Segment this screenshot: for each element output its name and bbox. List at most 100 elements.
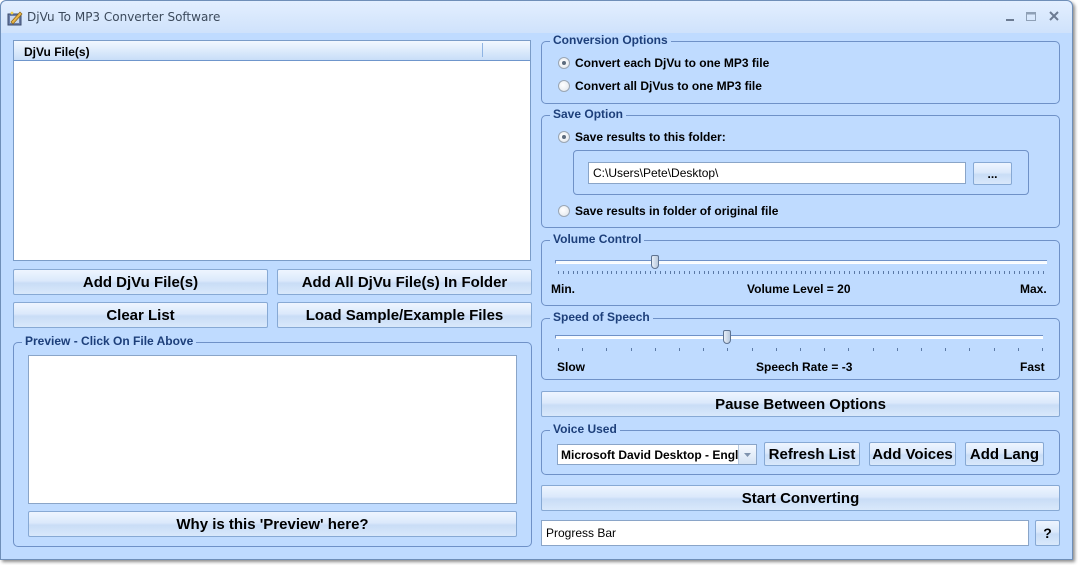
- radio-button-checked[interactable]: [558, 57, 570, 69]
- slider-tick: [887, 271, 889, 274]
- slider-tick: [776, 271, 778, 274]
- maximize-button[interactable]: [1022, 9, 1042, 25]
- slider-tick: [795, 271, 797, 274]
- slider-tick: [999, 271, 1001, 274]
- speech-min-label: Slow: [557, 360, 586, 374]
- slider-tick: [853, 271, 855, 274]
- help-button[interactable]: ?: [1035, 520, 1060, 546]
- slider-tick: [896, 348, 898, 351]
- radio-label: Convert all DjVus to one MP3 file: [575, 79, 762, 93]
- why-preview-button[interactable]: Why is this 'Preview' here?: [28, 511, 517, 537]
- slider-tick: [805, 271, 807, 274]
- slider-tick: [936, 271, 938, 274]
- radio-convert-each[interactable]: Convert each DjVu to one MP3 file: [558, 56, 769, 70]
- slider-tick: [921, 348, 922, 351]
- voice-selected-value: Microsoft David Desktop - Engli: [561, 447, 742, 462]
- main-window: DjVu To MP3 Converter Software DjVu File…: [0, 0, 1073, 560]
- slider-tick: [766, 271, 768, 274]
- radio-save-original-folder[interactable]: Save results in folder of original file: [558, 204, 778, 218]
- slider-tick: [819, 271, 821, 274]
- slider-tick: [1033, 271, 1035, 274]
- slider-tick: [650, 271, 652, 274]
- radio-convert-all[interactable]: Convert all DjVus to one MP3 file: [558, 79, 762, 93]
- load-samples-button[interactable]: Load Sample/Example Files: [277, 302, 532, 328]
- slider-tick: [558, 271, 559, 274]
- slider-tick: [1009, 271, 1011, 274]
- column-header-djvu-files[interactable]: DjVu File(s): [24, 45, 90, 59]
- column-separator[interactable]: [482, 43, 483, 57]
- add-voices-button[interactable]: Add Voices: [869, 442, 956, 466]
- pause-between-options-button[interactable]: Pause Between Options: [541, 391, 1060, 417]
- volume-level-text: Volume Level = 20: [747, 282, 851, 296]
- slider-tick: [916, 271, 918, 274]
- slider-tick: [834, 271, 836, 274]
- slider-tick: [703, 348, 705, 351]
- slider-tick: [815, 271, 817, 274]
- preview-area[interactable]: [28, 355, 517, 504]
- speech-slider-thumb[interactable]: [723, 330, 732, 344]
- radio-button-checked[interactable]: [558, 131, 570, 143]
- add-files-button[interactable]: Add DjVu File(s): [13, 269, 268, 295]
- slider-tick: [645, 271, 647, 274]
- volume-slider-thumb[interactable]: [651, 255, 659, 269]
- volume-slider-track[interactable]: [555, 260, 1047, 264]
- voice-select[interactable]: Microsoft David Desktop - Engli: [557, 444, 757, 465]
- refresh-voice-list-button[interactable]: Refresh List: [764, 442, 860, 466]
- close-button[interactable]: [1045, 9, 1065, 25]
- chevron-down-icon[interactable]: [738, 445, 756, 464]
- slider-tick: [970, 271, 972, 274]
- file-list[interactable]: DjVu File(s): [13, 40, 531, 261]
- slider-tick: [921, 271, 923, 274]
- slider-tick: [1013, 271, 1015, 274]
- slider-tick: [601, 271, 603, 274]
- slider-tick: [630, 271, 632, 274]
- radio-button[interactable]: [558, 80, 570, 92]
- slider-tick: [591, 271, 593, 274]
- slider-tick: [747, 271, 749, 274]
- slider-tick: [577, 271, 579, 274]
- slider-tick: [829, 271, 831, 274]
- slider-tick: [751, 348, 753, 351]
- start-converting-button[interactable]: Start Converting: [541, 485, 1060, 511]
- slider-tick: [1023, 271, 1025, 274]
- speech-speed-title: Speed of Speech: [550, 310, 653, 325]
- app-icon: [7, 10, 23, 26]
- volume-min-label: Min.: [551, 282, 575, 296]
- folder-path-input[interactable]: C:\Users\Pete\Desktop\: [588, 162, 966, 184]
- slider-tick: [810, 271, 812, 274]
- file-list-header: DjVu File(s): [14, 41, 530, 61]
- slider-tick: [946, 271, 947, 274]
- slider-tick: [775, 348, 777, 351]
- slider-tick: [737, 271, 739, 274]
- slider-tick: [969, 348, 971, 351]
- slider-tick: [659, 271, 661, 274]
- slider-tick: [955, 271, 957, 274]
- radio-button[interactable]: [558, 205, 570, 217]
- speech-slider-track[interactable]: [555, 335, 1043, 339]
- slider-tick: [950, 271, 952, 274]
- add-folder-button[interactable]: Add All DjVu File(s) In Folder: [277, 269, 532, 295]
- slider-tick: [635, 271, 637, 274]
- slider-tick: [679, 271, 681, 274]
- radio-label: Save results in folder of original file: [575, 204, 779, 218]
- slider-tick: [684, 271, 686, 274]
- window-title: DjVu To MP3 Converter Software: [27, 10, 221, 24]
- speech-rate-text: Speech Rate = -3: [756, 360, 853, 374]
- add-language-button[interactable]: Add Lang: [965, 442, 1044, 466]
- slider-tick: [868, 271, 870, 274]
- minimize-button[interactable]: [1001, 9, 1021, 25]
- slider-tick: [984, 271, 986, 274]
- browse-folder-button[interactable]: ...: [973, 162, 1012, 185]
- radio-save-to-folder[interactable]: Save results to this folder:: [558, 130, 726, 144]
- slider-tick: [993, 348, 995, 351]
- slider-tick: [742, 271, 744, 274]
- slider-tick: [800, 271, 802, 274]
- slider-tick: [655, 271, 656, 274]
- title-bar[interactable]: DjVu To MP3 Converter Software: [1, 1, 1072, 33]
- slider-tick: [698, 271, 700, 274]
- slider-tick: [1042, 348, 1043, 351]
- slider-tick: [718, 271, 720, 274]
- slider-tick: [863, 271, 865, 274]
- slider-tick: [674, 271, 676, 274]
- clear-list-button[interactable]: Clear List: [13, 302, 268, 328]
